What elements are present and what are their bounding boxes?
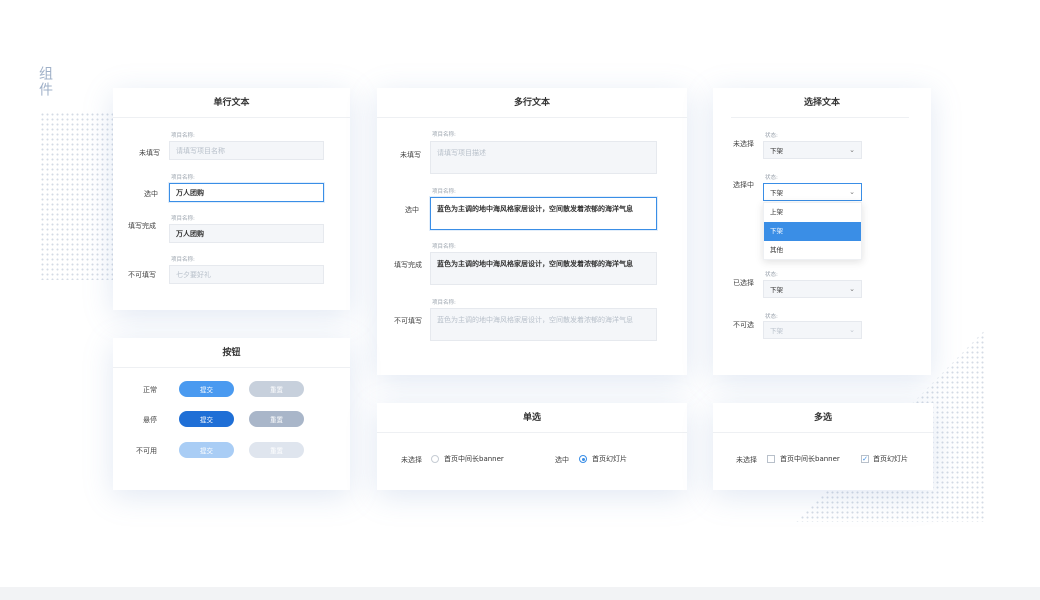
reset-button-normal[interactable]: 重置 bbox=[249, 381, 304, 397]
radio-card: 单选 未选择 首页中间长banner 选中 首页幻灯片 bbox=[377, 403, 687, 490]
field-label: 状态: bbox=[765, 314, 778, 320]
field-label: 项目名称: bbox=[432, 189, 456, 195]
field-label: 项目名称: bbox=[171, 175, 195, 181]
section-title: 组件 bbox=[37, 66, 53, 98]
radio-option-label[interactable]: 首页中间长banner bbox=[444, 454, 504, 464]
checkbox-option-label[interactable]: 首页中间长banner bbox=[780, 454, 840, 464]
description-textarea-filled[interactable]: 蓝色为主调的地中海风格家居设计，空间散发着浓郁的海洋气息 bbox=[430, 252, 657, 285]
chevron-down-icon: ⌄ bbox=[849, 146, 855, 154]
dot-pattern-left bbox=[40, 112, 120, 280]
select-value: 下架 bbox=[770, 286, 783, 294]
state-label: 未填写 bbox=[400, 151, 421, 159]
footer-strip bbox=[0, 587, 1040, 600]
reset-button-hover[interactable]: 重置 bbox=[249, 411, 304, 427]
checkbox-unchecked[interactable] bbox=[767, 455, 775, 463]
submit-button-normal[interactable]: 提交 bbox=[179, 381, 234, 397]
state-label: 已选择 bbox=[733, 279, 754, 287]
state-label: 不可填写 bbox=[394, 317, 422, 325]
single-line-card: 单行文本 未填写 项目名称: 请填写项目名称 选中 项目名称: 万人团购 填写完… bbox=[113, 88, 350, 310]
multi-line-card: 多行文本 未填写 项目名称: 请填写项目描述 选中 项目名称: 蓝色为主调的地中… bbox=[377, 88, 687, 375]
card-title: 多行文本 bbox=[377, 88, 687, 118]
buttons-card: 按钮 正常 提交 重置 悬停 提交 重置 不可用 提交 重置 bbox=[113, 338, 350, 490]
description-textarea-empty[interactable]: 请填写项目描述 bbox=[430, 141, 657, 174]
chevron-down-icon: ⌄ bbox=[849, 188, 855, 196]
card-title: 选择文本 bbox=[803, 98, 840, 108]
checkbox-checked[interactable]: ✓ bbox=[861, 455, 869, 463]
status-select-selected[interactable]: 下架 ⌄ bbox=[763, 280, 862, 298]
submit-button-disabled: 提交 bbox=[179, 442, 234, 458]
field-label: 状态: bbox=[765, 133, 778, 139]
field-label: 项目名称: bbox=[171, 133, 195, 139]
checkbox-option-label[interactable]: 首页幻灯片 bbox=[873, 454, 908, 464]
description-textarea-active[interactable]: 蓝色为主调的地中海风格家居设计，空间散发着浓郁的海洋气息 bbox=[430, 197, 657, 230]
state-label: 填写完成 bbox=[128, 222, 156, 230]
field-label: 项目名称: bbox=[432, 244, 456, 250]
check-icon: ✓ bbox=[862, 455, 868, 463]
state-label: 未选择 bbox=[736, 456, 757, 464]
select-card: 选择文本 未选择 状态: 下架 ⌄ 选择中 状态: 下架 ⌄ 上架 下架 其他 … bbox=[713, 88, 931, 375]
description-textarea-disabled: 蓝色为主调的地中海风格家居设计，空间散发着浓郁的海洋气息 bbox=[430, 308, 657, 341]
radio-option-label[interactable]: 首页幻灯片 bbox=[592, 454, 627, 464]
card-divider bbox=[731, 117, 909, 118]
field-label: 项目名称: bbox=[171, 216, 195, 222]
chevron-down-icon: ⌄ bbox=[849, 285, 855, 293]
status-select-disabled: 下架 ⌄ bbox=[763, 321, 862, 339]
state-label: 不可用 bbox=[136, 447, 157, 455]
card-title: 单选 bbox=[377, 403, 687, 433]
reset-button-disabled: 重置 bbox=[249, 442, 304, 458]
card-title: 单行文本 bbox=[113, 88, 350, 118]
field-label: 项目名称: bbox=[432, 132, 456, 138]
state-label: 选中 bbox=[144, 190, 158, 198]
submit-button-hover[interactable]: 提交 bbox=[179, 411, 234, 427]
state-label: 选中 bbox=[555, 456, 569, 464]
state-label: 不可填写 bbox=[128, 271, 156, 279]
project-name-input-empty[interactable]: 请填写项目名称 bbox=[169, 141, 324, 160]
state-label: 未填写 bbox=[139, 149, 160, 157]
select-value: 下架 bbox=[770, 189, 783, 197]
status-select-unselected[interactable]: 下架 ⌄ bbox=[763, 141, 862, 159]
radio-button-unselected[interactable] bbox=[431, 455, 439, 463]
project-name-input-active[interactable]: 万人团购 bbox=[169, 183, 324, 202]
field-label: 项目名称: bbox=[432, 300, 456, 306]
checkbox-card: 多选 未选择 首页中间长banner ✓ 首页幻灯片 bbox=[713, 403, 933, 490]
state-label: 正常 bbox=[143, 386, 157, 394]
state-label: 悬停 bbox=[143, 416, 157, 424]
select-value: 下架 bbox=[770, 147, 783, 155]
card-title: 按钮 bbox=[113, 338, 350, 368]
select-value: 下架 bbox=[770, 327, 783, 335]
project-name-input-filled[interactable]: 万人团购 bbox=[169, 224, 324, 243]
field-label: 状态: bbox=[765, 175, 778, 181]
card-title: 多选 bbox=[713, 403, 933, 433]
state-label: 未选择 bbox=[401, 456, 422, 464]
status-select-open[interactable]: 下架 ⌄ bbox=[763, 183, 862, 201]
field-label: 项目名称: bbox=[171, 257, 195, 263]
state-label: 不可选 bbox=[733, 321, 754, 329]
state-label: 选中 bbox=[405, 206, 419, 214]
state-label: 选择中 bbox=[733, 181, 754, 189]
dropdown-option-selected[interactable]: 下架 bbox=[764, 222, 861, 241]
field-label: 状态: bbox=[765, 272, 778, 278]
state-label: 未选择 bbox=[733, 140, 754, 148]
status-dropdown: 上架 下架 其他 bbox=[763, 202, 862, 260]
chevron-down-icon: ⌄ bbox=[849, 326, 855, 334]
project-name-input-disabled: 七夕要好礼 bbox=[169, 265, 324, 284]
dropdown-option[interactable]: 上架 bbox=[764, 203, 861, 222]
state-label: 填写完成 bbox=[394, 261, 422, 269]
dropdown-option[interactable]: 其他 bbox=[764, 241, 861, 260]
radio-button-selected[interactable] bbox=[579, 455, 587, 463]
